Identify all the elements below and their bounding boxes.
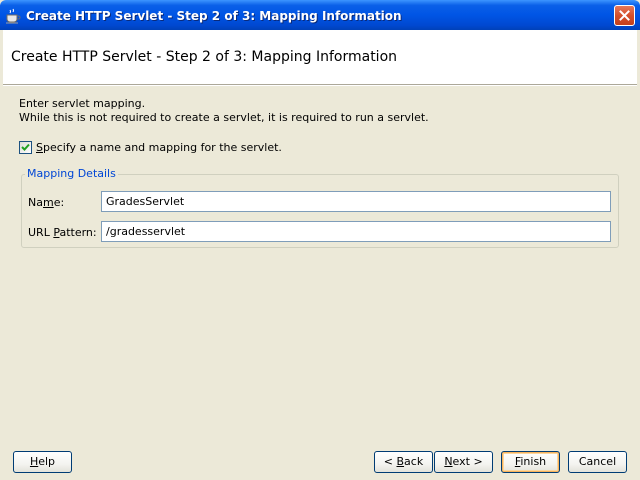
specify-mapping-label: Specify a name and mapping for the servl… xyxy=(36,141,282,154)
description-line-2: While this is not required to create a s… xyxy=(19,111,429,124)
mapping-details-legend: Mapping Details xyxy=(25,167,118,180)
dialog-window: Create HTTP Servlet - Step 2 of 3: Mappi… xyxy=(0,0,640,480)
help-button[interactable]: Help xyxy=(13,451,72,473)
description-line-1: Enter servlet mapping. xyxy=(19,97,146,110)
coffee-cup-icon xyxy=(5,8,21,24)
url-pattern-label: URL Pattern: xyxy=(28,226,97,239)
url-pattern-input[interactable] xyxy=(101,221,611,242)
wizard-header: Create HTTP Servlet - Step 2 of 3: Mappi… xyxy=(3,30,637,85)
title-bar[interactable]: Create HTTP Servlet - Step 2 of 3: Mappi… xyxy=(0,0,640,30)
cancel-button[interactable]: Cancel xyxy=(568,451,627,473)
next-button[interactable]: Next > xyxy=(434,451,493,473)
wizard-step-title: Create HTTP Servlet - Step 2 of 3: Mappi… xyxy=(11,49,398,65)
window-title: Create HTTP Servlet - Step 2 of 3: Mappi… xyxy=(26,9,402,23)
close-icon xyxy=(619,10,630,21)
checkmark-icon xyxy=(21,143,30,151)
name-input[interactable] xyxy=(101,191,611,212)
name-label: Name: xyxy=(28,196,65,209)
description-text: Enter servlet mapping. While this is not… xyxy=(19,97,429,125)
specify-mapping-checkbox[interactable] xyxy=(19,141,32,154)
finish-button[interactable]: Finish xyxy=(501,451,560,473)
header-divider xyxy=(3,85,637,86)
back-button[interactable]: < Back xyxy=(374,451,433,473)
close-button[interactable] xyxy=(614,5,635,26)
